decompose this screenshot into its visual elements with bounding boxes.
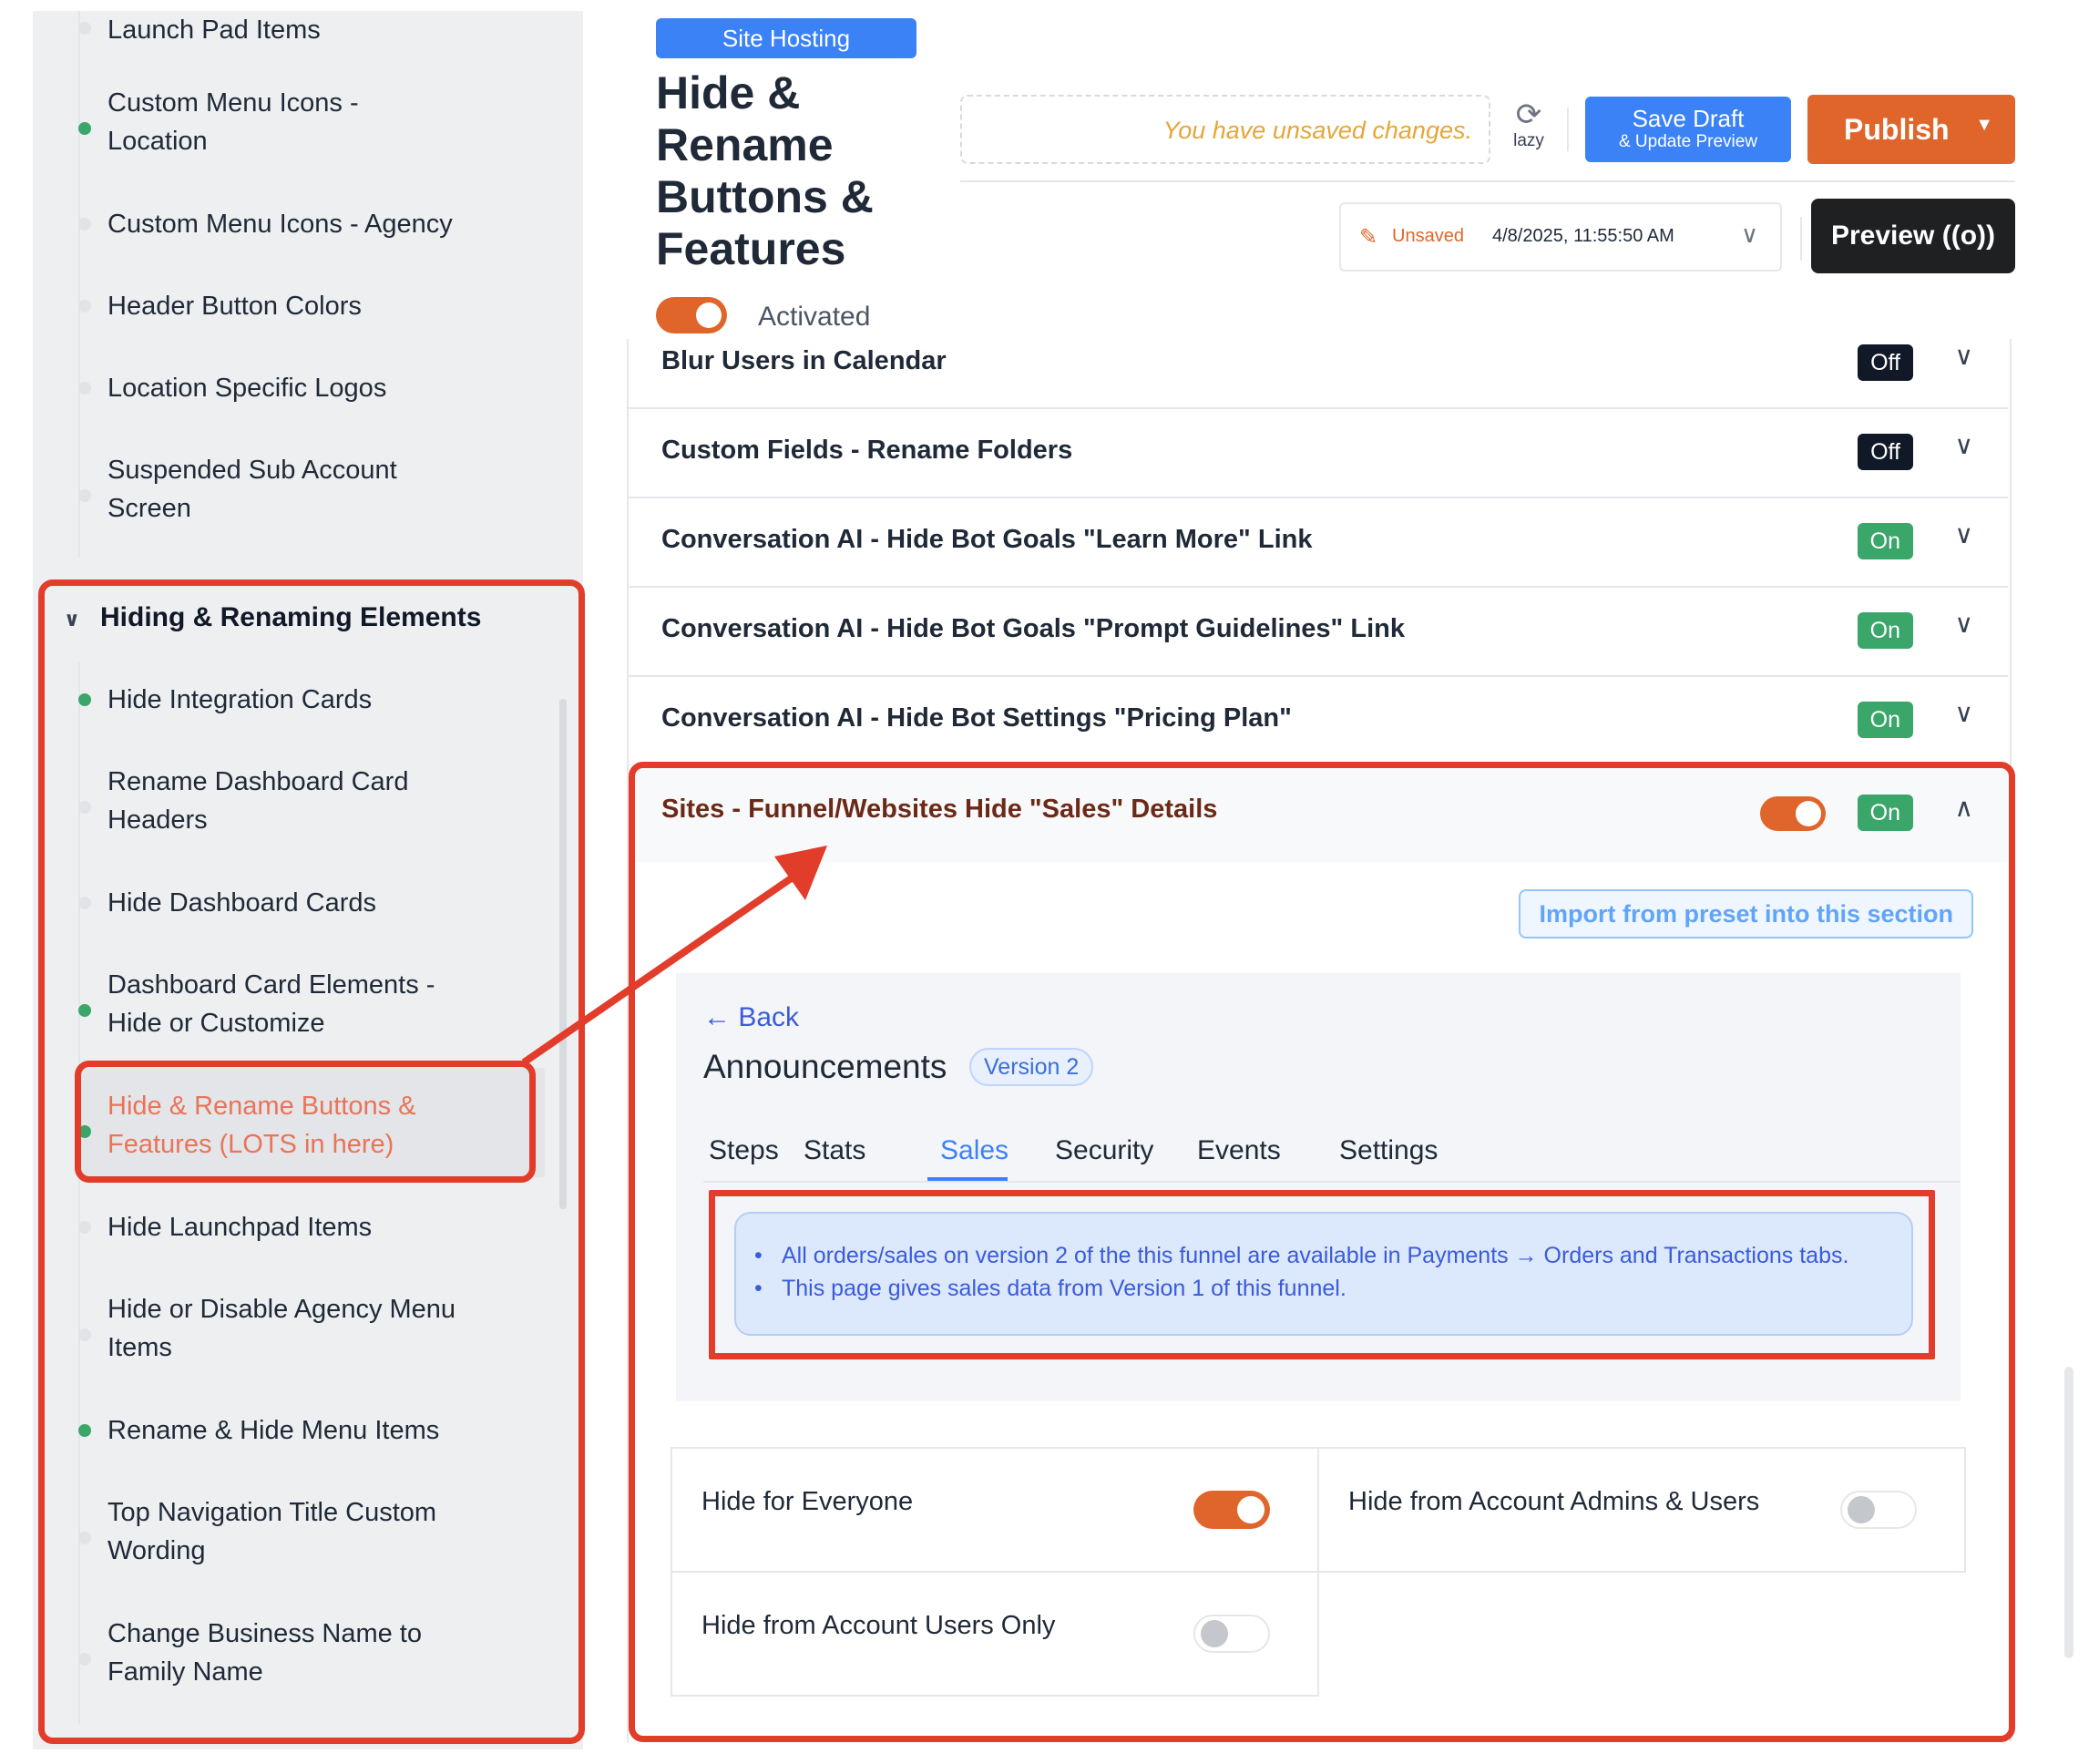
annotation-arrow xyxy=(521,846,827,1066)
arrow-head xyxy=(774,846,827,900)
arrow-shaft xyxy=(521,867,804,1066)
